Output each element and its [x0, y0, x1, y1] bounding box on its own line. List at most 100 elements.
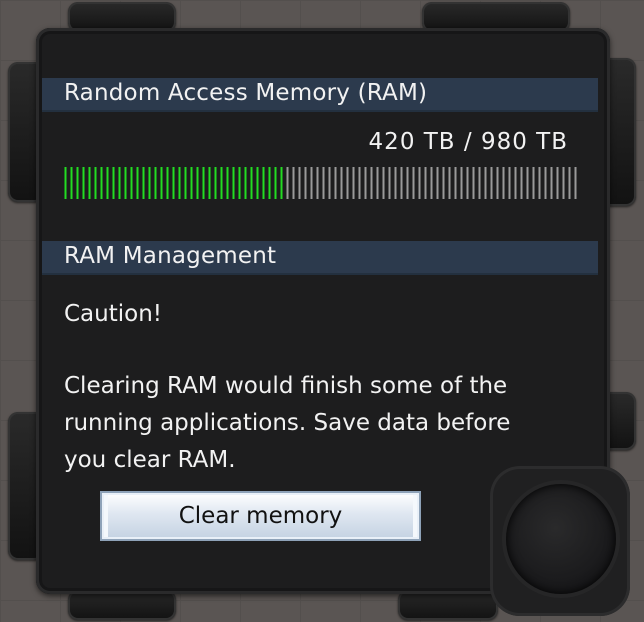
memory-segment-used: [142, 167, 145, 199]
memory-segment-used: [280, 167, 283, 199]
warning-line-3: you clear RAM.: [64, 447, 236, 473]
memory-segment-used: [94, 167, 97, 199]
memory-segment-free: [298, 167, 301, 199]
memory-segment-used: [160, 167, 163, 199]
bottom-right-bumper: [398, 590, 498, 620]
memory-segment-used: [76, 167, 79, 199]
memory-segment-free: [316, 167, 319, 199]
memory-segment-used: [196, 167, 199, 199]
memory-segment-used: [124, 167, 127, 199]
memory-segment-free: [358, 167, 361, 199]
memory-segment-free: [538, 167, 541, 199]
memory-segment-free: [502, 167, 505, 199]
memory-segment-free: [526, 167, 529, 199]
memory-segment-free: [370, 167, 373, 199]
memory-segment-free: [508, 167, 511, 199]
memory-segment-used: [88, 167, 91, 199]
memory-segment-used: [112, 167, 115, 199]
memory-segment-used: [208, 167, 211, 199]
memory-segment-free: [532, 167, 535, 199]
memory-usage-bar: [64, 167, 580, 199]
memory-segment-free: [514, 167, 517, 199]
memory-segment-free: [376, 167, 379, 199]
warning-line-2: running applications. Save data before: [64, 410, 511, 436]
memory-segment-free: [424, 167, 427, 199]
memory-segment-used: [70, 167, 73, 199]
memory-segment-used: [244, 167, 247, 199]
memory-segment-free: [412, 167, 415, 199]
memory-segment-used: [148, 167, 151, 199]
memory-segment-used: [262, 167, 265, 199]
dial-knob[interactable]: [506, 484, 616, 594]
memory-segment-used: [118, 167, 121, 199]
clear-memory-button[interactable]: Clear memory: [100, 491, 421, 541]
memory-segment-used: [184, 167, 187, 199]
memory-segment-used: [268, 167, 271, 199]
memory-segment-free: [388, 167, 391, 199]
memory-segment-used: [172, 167, 175, 199]
memory-segment-free: [460, 167, 463, 199]
memory-segment-free: [310, 167, 313, 199]
memory-segment-free: [382, 167, 385, 199]
memory-segment-free: [484, 167, 487, 199]
memory-segment-free: [400, 167, 403, 199]
memory-segment-used: [154, 167, 157, 199]
memory-segment-free: [406, 167, 409, 199]
memory-segment-used: [130, 167, 133, 199]
memory-segment-free: [340, 167, 343, 199]
memory-segment-free: [292, 167, 295, 199]
memory-segment-free: [466, 167, 469, 199]
memory-segment-used: [190, 167, 193, 199]
memory-usage-readout: 420 TB / 980 TB: [368, 129, 568, 155]
memory-segment-used: [238, 167, 241, 199]
memory-segment-used: [106, 167, 109, 199]
warning-line-1: Clearing RAM would finish some of the: [64, 373, 508, 399]
memory-segment-free: [286, 167, 289, 199]
memory-segment-free: [550, 167, 553, 199]
memory-segment-used: [178, 167, 181, 199]
memory-segment-used: [214, 167, 217, 199]
memory-segment-free: [556, 167, 559, 199]
memory-segment-free: [520, 167, 523, 199]
memory-segment-used: [166, 167, 169, 199]
memory-segment-used: [220, 167, 223, 199]
memory-segment-free: [430, 167, 433, 199]
memory-segment-free: [442, 167, 445, 199]
memory-segment-used: [136, 167, 139, 199]
game-scene: Random Access Memory (RAM) 420 TB / 980 …: [0, 0, 644, 622]
ram-section-title: Random Access Memory (RAM): [64, 80, 428, 106]
memory-segment-free: [472, 167, 475, 199]
memory-segment-used: [256, 167, 259, 199]
memory-segment-free: [568, 167, 571, 199]
memory-segment-free: [346, 167, 349, 199]
memory-segment-free: [454, 167, 457, 199]
management-section-title: RAM Management: [64, 243, 277, 269]
memory-usage-bar-graphic: [64, 167, 577, 199]
memory-segment-free: [418, 167, 421, 199]
bottom-left-bumper: [68, 590, 176, 620]
memory-segment-free: [394, 167, 397, 199]
memory-segment-used: [64, 167, 67, 199]
memory-segment-free: [436, 167, 439, 199]
memory-segment-free: [364, 167, 367, 199]
memory-segment-used: [202, 167, 205, 199]
memory-segment-free: [328, 167, 331, 199]
memory-segment-free: [490, 167, 493, 199]
memory-segment-free: [496, 167, 499, 199]
memory-segment-free: [304, 167, 307, 199]
memory-segment-free: [334, 167, 337, 199]
memory-segment-free: [478, 167, 481, 199]
memory-segment-used: [250, 167, 253, 199]
memory-segment-free: [448, 167, 451, 199]
memory-segment-free: [562, 167, 565, 199]
memory-segment-free: [322, 167, 325, 199]
caution-label: Caution!: [64, 301, 163, 327]
memory-segment-used: [274, 167, 277, 199]
memory-segment-used: [232, 167, 235, 199]
memory-segment-free: [544, 167, 547, 199]
memory-segment-free: [352, 167, 355, 199]
memory-segment-used: [100, 167, 103, 199]
memory-segment-free: [574, 167, 577, 199]
memory-segment-used: [226, 167, 229, 199]
memory-segment-used: [82, 167, 85, 199]
